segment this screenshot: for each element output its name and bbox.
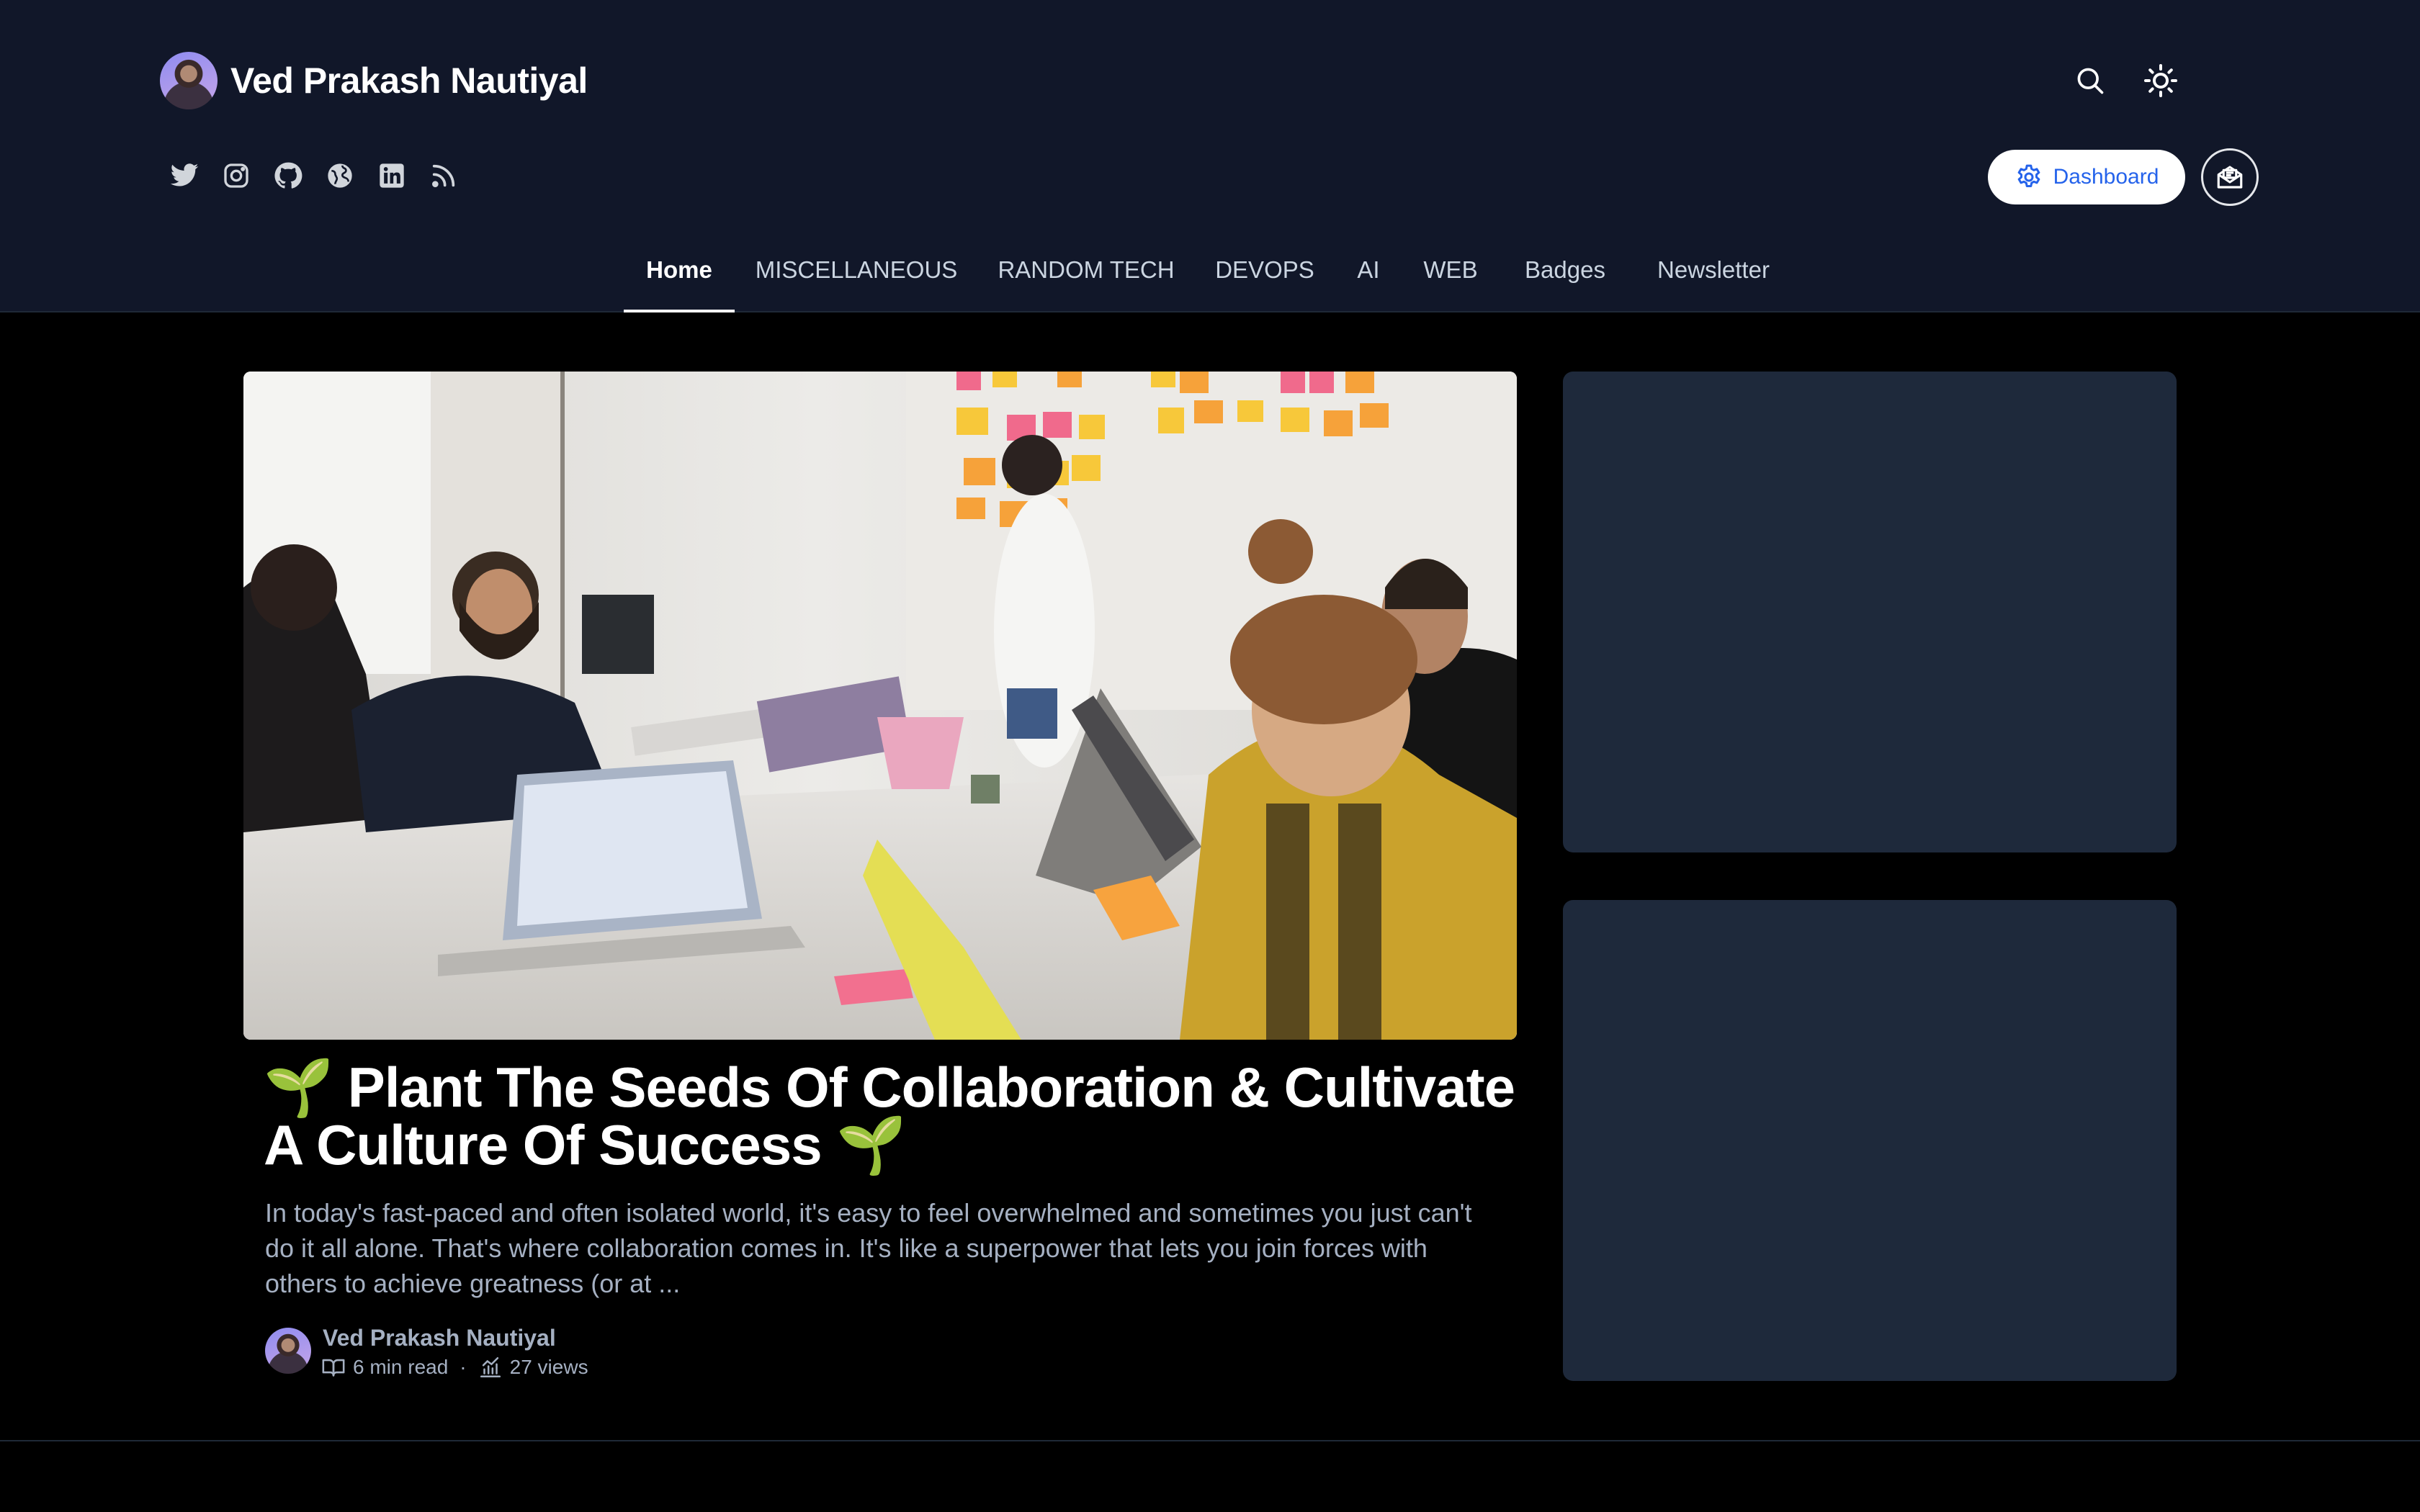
featured-post-excerpt[interactable]: In today's fast-paced and often isolated…	[265, 1195, 1504, 1301]
site-title[interactable]: Ved Prakash Nautiyal	[230, 60, 588, 102]
post-meta: 6 min read · 27 views	[321, 1355, 588, 1380]
mail-open-icon	[2215, 162, 2245, 192]
sun-icon[interactable]	[2139, 59, 2182, 102]
post-author-avatar[interactable]	[265, 1328, 311, 1374]
sidebar-card-placeholder	[1563, 900, 2177, 1381]
tab-devops[interactable]: DEVOPS	[1210, 256, 1319, 312]
brand[interactable]: Ved Prakash Nautiyal	[160, 52, 588, 109]
rss-icon[interactable]	[426, 158, 461, 193]
featured-post-cover-image[interactable]	[243, 372, 1517, 1040]
tab-badges[interactable]: Badges	[1511, 256, 1619, 312]
globe-icon[interactable]	[323, 158, 357, 193]
sidebar-card-placeholder	[1563, 372, 2177, 852]
social-links	[167, 158, 461, 193]
main-nav: Home MISCELLANEOUS RANDOM TECH DEVOPS AI…	[0, 256, 2420, 312]
tab-ai[interactable]: AI	[1347, 256, 1390, 312]
linkedin-icon[interactable]	[375, 158, 409, 193]
search-icon[interactable]	[2069, 59, 2112, 102]
footer-divider	[0, 1440, 2420, 1441]
tab-newsletter[interactable]: Newsletter	[1645, 256, 1782, 312]
author-avatar	[160, 52, 218, 109]
twitter-icon[interactable]	[167, 158, 202, 193]
meta-separator: ·	[460, 1356, 467, 1378]
github-icon[interactable]	[271, 158, 305, 193]
read-time: 6 min read	[353, 1356, 449, 1378]
tab-home[interactable]: Home	[624, 256, 735, 312]
featured-post-title[interactable]: 🌱 Plant The Seeds Of Collaboration & Cul…	[264, 1058, 1517, 1174]
tab-random-tech[interactable]: RANDOM TECH	[990, 256, 1183, 312]
site-header: Ved Prakash Nautiyal Dashboard Home MISC…	[0, 0, 2420, 312]
dashboard-button[interactable]: Dashboard	[1988, 150, 2185, 204]
view-count: 27 views	[509, 1356, 588, 1378]
tab-web[interactable]: WEB	[1417, 256, 1484, 312]
post-author-name[interactable]: Ved Prakash Nautiyal	[323, 1325, 556, 1351]
tab-miscellaneous[interactable]: MISCELLANEOUS	[749, 256, 964, 312]
dashboard-label: Dashboard	[2053, 165, 2159, 189]
gear-icon	[2015, 163, 2043, 192]
chart-icon	[478, 1355, 503, 1380]
newsletter-button[interactable]	[2201, 148, 2259, 206]
instagram-icon[interactable]	[219, 158, 254, 193]
book-open-icon	[321, 1355, 346, 1380]
